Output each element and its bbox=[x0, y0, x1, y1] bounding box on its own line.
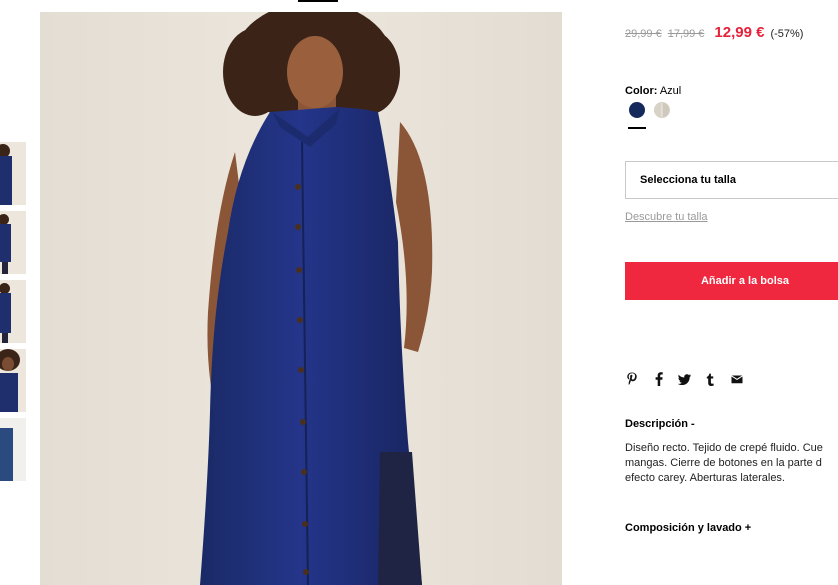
facebook-icon[interactable] bbox=[652, 371, 666, 387]
thumbnail-1[interactable] bbox=[0, 142, 26, 205]
email-icon[interactable] bbox=[730, 371, 744, 387]
description-text: Diseño recto. Tejido de crepé fluido. Cu… bbox=[625, 441, 838, 486]
selected-swatch-indicator bbox=[628, 127, 646, 129]
description-line: mangas. Cierre de botones en la parte d bbox=[625, 457, 822, 469]
original-price-1: 29,99 € bbox=[625, 28, 662, 40]
pinterest-icon[interactable] bbox=[625, 371, 639, 387]
color-swatch-azul[interactable] bbox=[629, 102, 645, 118]
tumblr-icon[interactable] bbox=[703, 371, 717, 387]
thumbnail-5[interactable] bbox=[0, 418, 26, 481]
twitter-icon[interactable] bbox=[677, 371, 691, 387]
size-guide-link[interactable]: Descubre tu talla bbox=[625, 211, 708, 223]
main-product-image[interactable] bbox=[40, 12, 562, 585]
price-block: 29,99 € 17,99 € 12,99 € (-57%) bbox=[625, 24, 803, 42]
original-price-2: 17,99 € bbox=[667, 28, 705, 40]
size-select[interactable]: Selecciona tu talla bbox=[625, 161, 838, 199]
composition-toggle[interactable]: Composición y lavado + bbox=[625, 522, 751, 534]
size-select-label: Selecciona tu talla bbox=[640, 174, 736, 186]
thumbnail-4[interactable] bbox=[0, 349, 26, 412]
color-swatch-beige[interactable] bbox=[654, 102, 670, 118]
color-label-key: Color: bbox=[625, 85, 658, 97]
current-price: 12,99 € bbox=[714, 24, 765, 41]
add-to-bag-button[interactable]: Añadir a la bolsa bbox=[625, 262, 838, 300]
header-active-indicator bbox=[298, 0, 338, 2]
thumbnail-3[interactable] bbox=[0, 280, 26, 343]
color-label-value: Azul bbox=[659, 85, 682, 97]
description-toggle[interactable]: Descripción - bbox=[625, 418, 695, 430]
product-info-panel: 29,99 €17,99 €12,99 € (-57%) Color: Azul … bbox=[625, 0, 838, 585]
color-label: Color: Azul bbox=[625, 85, 681, 97]
thumbnail-2[interactable] bbox=[0, 211, 26, 274]
description-line: Diseño recto. Tejido de crepé fluido. Cu… bbox=[625, 442, 823, 454]
discount-badge: (-57%) bbox=[770, 28, 804, 40]
description-line: efecto carey. Aberturas laterales. bbox=[625, 472, 785, 484]
